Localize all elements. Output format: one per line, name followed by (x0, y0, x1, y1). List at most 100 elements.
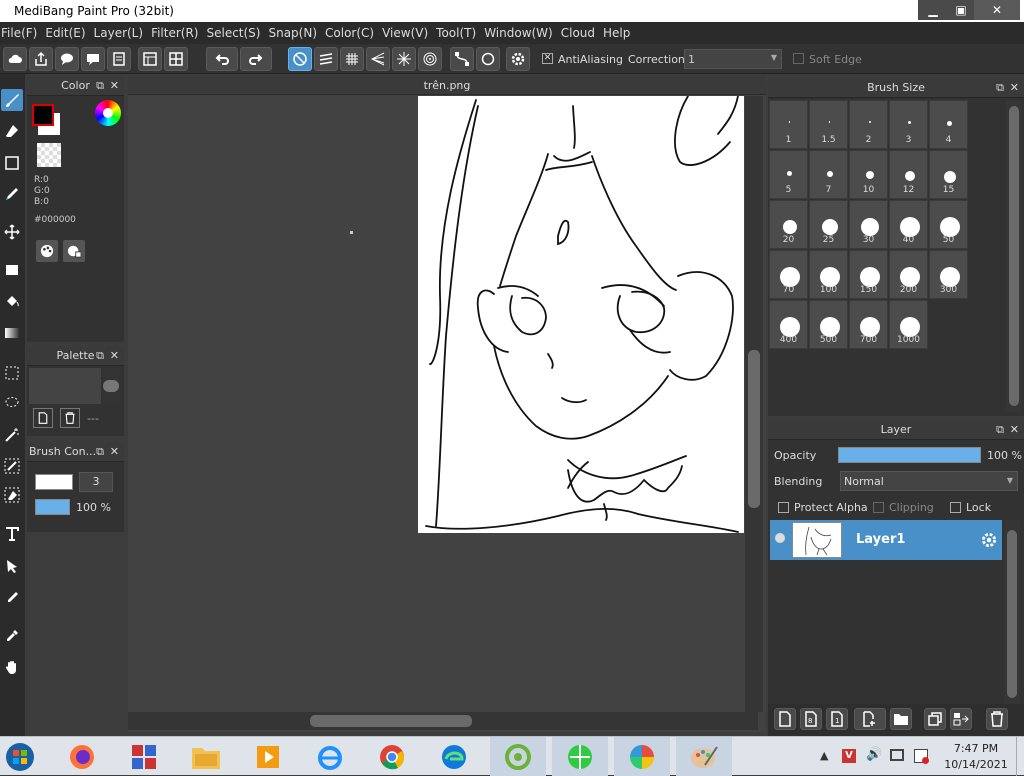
grid-snap-button[interactable] (340, 47, 364, 71)
close-icon[interactable]: ✕ (1010, 78, 1019, 98)
brush-size-cell[interactable]: 30 (849, 200, 888, 249)
brush-size-input[interactable]: 3 (79, 472, 113, 492)
palette-scrollbar[interactable] (103, 368, 119, 404)
taskbar-file-explorer[interactable] (178, 737, 234, 776)
tray-arrow-icon[interactable]: ▲ (820, 749, 828, 762)
speech-button[interactable] (55, 47, 79, 71)
curve-snap-button[interactable] (450, 47, 474, 71)
close-icon[interactable]: ✕ (1010, 420, 1019, 440)
start-button[interactable] (0, 737, 40, 776)
layer-scroll-thumb[interactable] (1007, 530, 1017, 698)
rect-tool[interactable] (1, 152, 23, 174)
merge-layer-button[interactable] (950, 708, 972, 730)
delete-layer-button[interactable] (986, 708, 1008, 730)
undock-icon[interactable]: ⧉ (96, 442, 104, 462)
blending-select[interactable]: Normal ▼ (840, 471, 1018, 491)
layer-row[interactable]: Layer1 (770, 520, 1002, 560)
gradient-tool[interactable] (1, 322, 23, 344)
canvas-vertical-scrollbar[interactable] (745, 96, 763, 712)
action-center-icon[interactable] (914, 749, 929, 764)
protect-alpha-checkbox[interactable] (778, 502, 789, 513)
dot-tool[interactable] (1, 183, 23, 205)
clock-date[interactable]: 10/14/2021 (940, 758, 1012, 771)
brush-size-cell[interactable]: 100 (809, 250, 848, 299)
layer-scrollbar[interactable] (1004, 520, 1020, 704)
color-wheel-icon[interactable] (95, 100, 121, 126)
brush-size-cell[interactable]: 1 (769, 100, 808, 149)
layer-opacity-slider[interactable] (838, 447, 981, 463)
share-button[interactable] (29, 47, 53, 71)
antialiasing-checkbox[interactable]: ✕ (542, 53, 553, 64)
delete-palette-button[interactable] (60, 408, 80, 428)
grid-panel-button[interactable] (164, 47, 188, 71)
minimize-button[interactable]: ▁ (918, 0, 948, 20)
menu-edit[interactable]: Edit(E) (44, 26, 92, 40)
menu-select[interactable]: Select(S) (205, 26, 267, 40)
menu-color[interactable]: Color(C) (324, 26, 381, 40)
brush-size-cell[interactable]: 50 (929, 200, 968, 249)
undock-icon[interactable]: ⧉ (96, 346, 104, 366)
new-layer-button[interactable] (774, 708, 796, 730)
menu-window[interactable]: Window(W) (483, 26, 560, 40)
brush-size-cell[interactable]: 7 (809, 150, 848, 199)
lasso-tool[interactable] (1, 392, 23, 414)
brush-size-cell[interactable]: 10 (849, 150, 888, 199)
color-history-button[interactable] (63, 240, 85, 262)
select-pen-tool[interactable] (1, 455, 23, 477)
new-folder-button[interactable] (890, 708, 912, 730)
transparent-color-swatch[interactable] (37, 143, 61, 167)
brush-size-cell[interactable]: 2 (849, 100, 888, 149)
brush-size-cell[interactable]: 15 (929, 150, 968, 199)
palette-swatch-area[interactable] (29, 368, 101, 404)
brush-size-cell[interactable]: 5 (769, 150, 808, 199)
brush-size-cell[interactable]: 40 (889, 200, 928, 249)
new-8bit-layer-button[interactable]: 8 (800, 708, 822, 730)
select-tool[interactable] (1, 362, 23, 384)
clock-time[interactable]: 7:47 PM (946, 742, 1006, 755)
taskbar-firefox[interactable] (54, 737, 110, 776)
operation-tool[interactable] (1, 555, 23, 577)
brush-size-cell[interactable]: 300 (929, 250, 968, 299)
drawing-canvas[interactable] (418, 96, 744, 533)
perspective-snap-button[interactable] (366, 47, 390, 71)
brush-size-cell[interactable]: 20 (769, 200, 808, 249)
brush-size-cell[interactable]: 25 (809, 200, 848, 249)
brush-size-cell[interactable]: 1.5 (809, 100, 848, 149)
eye-icon[interactable] (775, 533, 785, 543)
concentric-snap-button[interactable] (418, 47, 442, 71)
taskbar-media-player[interactable] (240, 737, 296, 776)
undo-button[interactable] (206, 47, 238, 71)
eyedropper-tool[interactable] (1, 625, 23, 647)
text-tool[interactable] (1, 523, 23, 545)
correction-select[interactable]: 1 ▼ (684, 49, 782, 69)
radial-snap-button[interactable] (392, 47, 416, 71)
menu-layer[interactable]: Layer(L) (93, 26, 151, 40)
show-desktop-button[interactable] (1016, 737, 1024, 776)
menu-filter[interactable]: Filter(R) (150, 26, 205, 40)
taskbar-coccoc[interactable] (490, 737, 546, 776)
color-palette-button[interactable] (36, 240, 58, 262)
menu-help[interactable]: Help (602, 26, 637, 40)
canvas-vertical-scroll-thumb[interactable] (748, 350, 760, 508)
brush-size-cell[interactable]: 400 (769, 300, 808, 349)
network-icon[interactable] (890, 749, 904, 761)
brush-size-cell[interactable]: 150 (849, 250, 888, 299)
taskbar-edge[interactable] (426, 737, 482, 776)
taskbar-unikey[interactable] (116, 737, 172, 776)
fill-rect-tool[interactable] (1, 259, 23, 281)
brush-size-cell[interactable]: 200 (889, 250, 928, 299)
taskbar-internet-explorer[interactable] (302, 737, 358, 776)
gear-icon[interactable] (980, 531, 998, 549)
bucket-tool[interactable] (1, 290, 23, 312)
brush-size-cell[interactable]: 70 (769, 250, 808, 299)
brush-opacity-slider[interactable] (35, 499, 70, 515)
comment-button[interactable] (81, 47, 105, 71)
volume-icon[interactable]: 🔊 (866, 747, 882, 762)
primary-color-swatch[interactable] (32, 104, 54, 126)
duplicate-layer-button[interactable] (924, 708, 946, 730)
brush-size-cell[interactable]: 1000 (889, 300, 928, 349)
close-icon[interactable]: ✕ (110, 442, 119, 462)
menu-cloud[interactable]: Cloud (560, 26, 602, 40)
brush-size-scroll-thumb[interactable] (1009, 106, 1019, 406)
cloud-button[interactable] (3, 47, 27, 71)
